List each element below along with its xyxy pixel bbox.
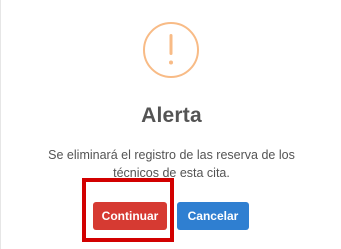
dialog-message: Se eliminará el registro de las reserva … — [48, 148, 295, 180]
alert-dialog: Alerta Se eliminará el registro de las r… — [0, 0, 341, 249]
warning-icon — [143, 22, 199, 78]
cancel-button[interactable]: Cancelar — [177, 202, 249, 230]
continue-button[interactable]: Continuar — [93, 202, 167, 230]
dialog-title: Alerta — [141, 104, 202, 127]
